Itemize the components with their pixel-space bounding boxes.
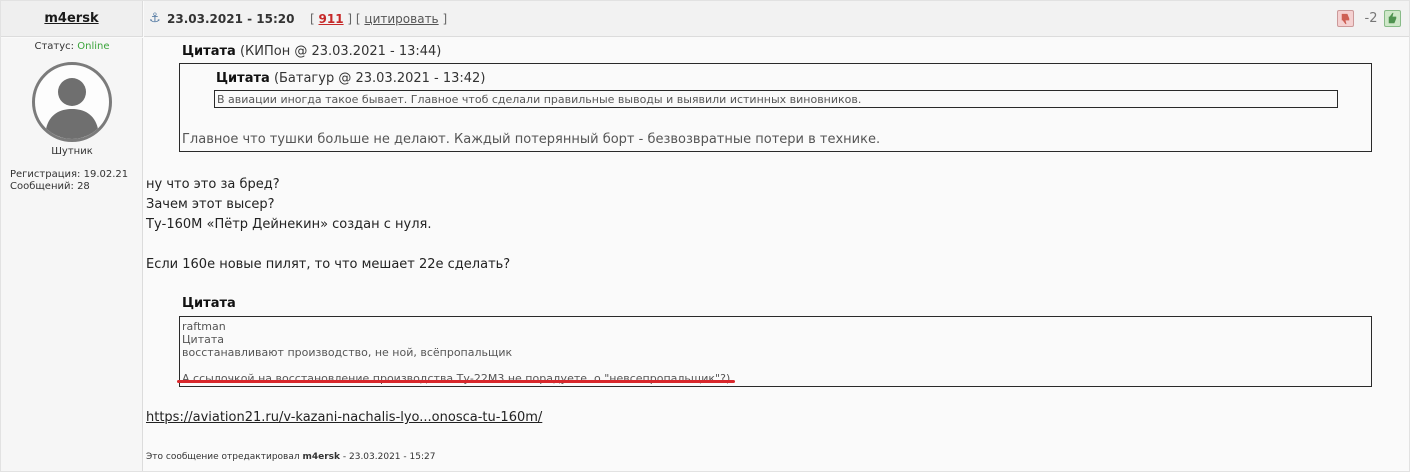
post-number-link[interactable]: 911	[319, 12, 344, 26]
quote-third-label: Цитата	[182, 296, 236, 311]
avatar[interactable]	[32, 62, 112, 142]
posts-label: Сообщений:	[10, 181, 74, 192]
quote-third-title: Цитата	[182, 296, 236, 311]
thumbs-up-icon[interactable]	[1384, 10, 1401, 27]
post-content: Цитата (КИПон @ 23.03.2021 - 13:44) Цита…	[144, 38, 1409, 471]
red-underline-annotation	[177, 380, 735, 383]
bracket-open: [	[310, 12, 315, 26]
quote-outer-box: Цитата (Батагур @ 23.03.2021 - 13:42) В …	[179, 63, 1372, 152]
rating-value: -2	[1364, 11, 1378, 26]
quote-third-body: raftman Цитата восстанавливают производс…	[182, 320, 730, 385]
status-online: Online	[77, 41, 110, 52]
quote-inner-title: Цитата (Батагур @ 23.03.2021 - 13:42)	[216, 71, 485, 86]
user-silhouette-icon	[45, 78, 99, 139]
body-line: Зачем этот высер?	[146, 197, 275, 212]
bracket-mid: ] [	[347, 12, 361, 26]
cite-link[interactable]: цитировать	[364, 12, 438, 26]
bracket-close: ]	[442, 12, 448, 26]
anchor-icon[interactable]: ⚓	[149, 11, 161, 26]
quote-line: восстанавливают производство, не ной, вс…	[182, 346, 513, 359]
edited-suffix: - 23.03.2021 - 15:27	[342, 452, 436, 462]
thumbs-down-icon[interactable]	[1337, 10, 1354, 27]
quote-outer-label: Цитата	[182, 44, 236, 59]
author-username-link[interactable]: m4ersk	[44, 11, 98, 26]
reg-date: 19.02.21	[83, 169, 129, 180]
quote-outer-title: Цитата (КИПон @ 23.03.2021 - 13:44)	[182, 44, 441, 59]
quote-inner-meta: (Батагур @ 23.03.2021 - 13:42)	[273, 71, 486, 86]
author-rank: Шутник	[51, 146, 93, 157]
edited-editor[interactable]: m4ersk	[302, 452, 340, 462]
post-body: ну что это за бред? Зачем этот высер? Ту…	[146, 175, 510, 275]
forum-post: m4ersk ⚓ 23.03.2021 - 15:20 [ 911 ] [ ци…	[0, 0, 1410, 472]
quote-third-box: raftman Цитата восстанавливают производс…	[179, 316, 1372, 387]
author-sidebar: Статус: Online Шутник Регистрация: 19.02…	[1, 38, 143, 471]
body-line: Если 160е новые пилят, то что мешает 22е…	[146, 257, 511, 272]
quote-outer-text: Главное что тушки больше не делают. Кажд…	[182, 132, 881, 147]
edited-notice: Это сообщение отредактировал m4ersk - 23…	[146, 452, 435, 462]
body-line: ну что это за бред?	[146, 177, 280, 192]
status-label: Статус:	[34, 41, 75, 52]
author-status: Статус: Online	[1, 41, 143, 52]
post-header-bar: ⚓ 23.03.2021 - 15:20 [ 911 ] [ цитироват…	[144, 1, 1409, 37]
post-links: [ 911 ] [ цитировать ]	[310, 12, 447, 26]
post-date: 23.03.2021 - 15:20	[167, 12, 295, 26]
edited-prefix: Это сообщение отредактировал	[146, 452, 300, 462]
aviation21-link[interactable]: https://aviation21.ru/v-kazani-nachalis-…	[146, 410, 542, 425]
author-stats: Регистрация: 19.02.21 Сообщений: 28	[10, 169, 128, 193]
posts-count: 28	[77, 181, 90, 192]
quote-line: raftman	[182, 320, 226, 333]
quote-line: А ссылочкой на восстановление производст…	[182, 372, 731, 385]
body-line	[146, 235, 510, 255]
quote-outer-meta: (КИПон @ 23.03.2021 - 13:44)	[239, 44, 442, 59]
quote-inner-box: В авиации иногда такое бывает. Главное ч…	[214, 90, 1338, 108]
reg-label: Регистрация:	[10, 169, 81, 180]
quote-inner-text: В авиации иногда такое бывает. Главное ч…	[217, 93, 862, 106]
body-line: Ту-160М «Пётр Дейнекин» создан с нуля.	[146, 217, 432, 232]
post-rating: -2	[1337, 10, 1403, 28]
post-author-header: m4ersk	[1, 1, 143, 37]
quote-inner-label: Цитата	[216, 71, 270, 86]
quote-line: Цитата	[182, 333, 224, 346]
quote-line	[182, 359, 730, 372]
